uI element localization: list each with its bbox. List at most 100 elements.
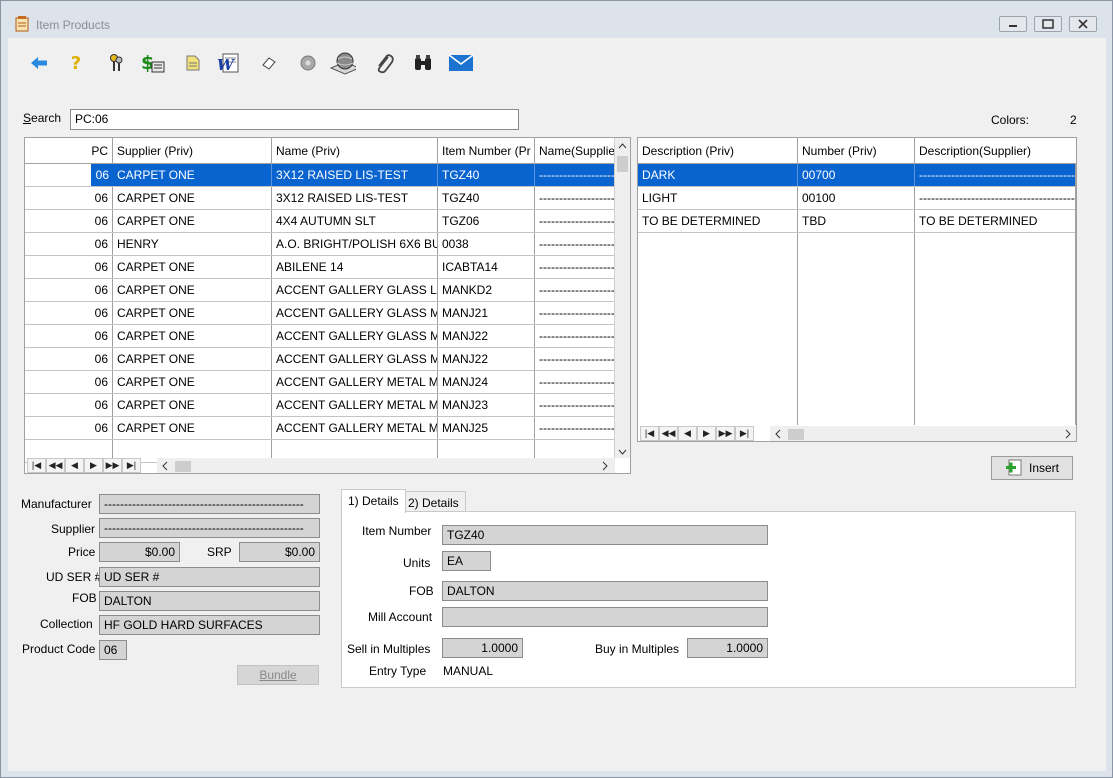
manufacturer-field[interactable]: ----------------------------------------… bbox=[99, 494, 320, 514]
ud-ser-field[interactable]: UD SER # bbox=[99, 567, 320, 587]
table-row[interactable]: 06 HENRY A.O. BRIGHT/POLISH 6X6 BULL 0038 --… bbox=[25, 233, 615, 256]
email-icon[interactable] bbox=[448, 50, 474, 76]
cell-item-number: MANJ22 bbox=[438, 348, 535, 370]
table-row[interactable]: TO BE DETERMINED TBD TO BE DETERMINED bbox=[638, 210, 1076, 233]
supplier-field[interactable]: ----------------------------------------… bbox=[99, 518, 320, 538]
cell-item-number: MANJ23 bbox=[438, 394, 535, 416]
note-icon[interactable] bbox=[180, 50, 206, 76]
globe-icon[interactable] bbox=[330, 50, 356, 76]
fob-detail-field[interactable]: DALTON bbox=[442, 581, 768, 601]
table-row[interactable]: CARPET ONE 3X12 RAISED LIS-TEST TGZ40 -----… bbox=[25, 164, 615, 187]
cell-number: 00100 bbox=[798, 187, 915, 209]
items-grid-horizontal-scrollbar[interactable] bbox=[157, 458, 615, 473]
table-row[interactable]: 06CARPET ONEACCENT GALLERY GLASS MOSMANJ… bbox=[25, 302, 615, 325]
column-header-supplier[interactable]: Supplier (Priv) bbox=[113, 138, 272, 163]
previous-record-icon[interactable]: ◀ bbox=[65, 457, 84, 473]
edit-document-icon[interactable]: W bbox=[216, 50, 242, 76]
fob-field[interactable]: DALTON bbox=[99, 591, 320, 611]
cell-description-supplier: ----------------------------------------… bbox=[915, 164, 1076, 186]
first-record-icon[interactable]: |◀ bbox=[640, 425, 659, 441]
table-row[interactable]: 06CARPET ONEACCENT GALLERY GLASS LINEMAN… bbox=[25, 279, 615, 302]
cell-item-number: MANJ22 bbox=[438, 325, 535, 347]
next-page-icon[interactable]: ▶▶ bbox=[103, 457, 122, 473]
units-field[interactable]: EA bbox=[442, 551, 491, 571]
bundle-button[interactable]: Bundle bbox=[237, 665, 319, 685]
cell-name-supplier: ------------------------- bbox=[535, 348, 615, 370]
insert-button-label: Insert bbox=[1028, 461, 1059, 475]
last-record-icon[interactable]: ▶| bbox=[735, 425, 754, 441]
disc-icon[interactable] bbox=[295, 50, 321, 76]
first-record-icon[interactable]: |◀ bbox=[27, 457, 46, 473]
cell-supplier: CARPET ONE bbox=[113, 325, 272, 347]
cell-name-supplier: ------------------------- bbox=[535, 164, 615, 186]
last-record-icon[interactable]: ▶| bbox=[122, 457, 141, 473]
cell-item-number: 0038 bbox=[438, 233, 535, 255]
colors-grid-horizontal-scrollbar[interactable] bbox=[770, 426, 1076, 441]
tab-details-1[interactable]: 1) Details bbox=[341, 489, 406, 513]
previous-page-icon[interactable]: ◀◀ bbox=[46, 457, 65, 473]
srp-field[interactable]: $0.00 bbox=[239, 542, 320, 562]
sell-in-multiples-label: Sell in Multiples bbox=[347, 642, 431, 656]
cell-supplier: CARPET ONE bbox=[113, 187, 272, 209]
next-page-icon[interactable]: ▶▶ bbox=[716, 425, 735, 441]
sell-in-multiples-field[interactable]: 1.0000 bbox=[442, 638, 523, 658]
mill-account-field[interactable] bbox=[442, 607, 768, 627]
back-arrow-icon[interactable] bbox=[26, 50, 52, 76]
table-row[interactable]: 06 CARPET ONE 3X12 RAISED LIS-TEST TGZ40 ---… bbox=[25, 187, 615, 210]
minimize-button[interactable] bbox=[999, 16, 1027, 32]
paperclip-icon[interactable] bbox=[371, 50, 397, 76]
cell-pc: 06 bbox=[25, 256, 113, 278]
collection-field[interactable]: HF GOLD HARD SURFACES bbox=[99, 615, 320, 635]
collection-label: Collection bbox=[40, 617, 93, 631]
column-divider bbox=[797, 233, 798, 425]
entry-type-value: MANUAL bbox=[443, 664, 494, 678]
items-grid-header: PC Supplier (Priv) Name (Priv) Item Numb… bbox=[25, 138, 615, 164]
tab-details-2[interactable]: 2) Details bbox=[401, 491, 466, 512]
cell-supplier: CARPET ONE bbox=[113, 256, 272, 278]
column-header-description[interactable]: Description (Priv) bbox=[638, 138, 798, 163]
colors-count-label: Colors: bbox=[991, 113, 1030, 127]
search-input[interactable]: PC:06 bbox=[70, 109, 519, 130]
next-record-icon[interactable]: ▶ bbox=[84, 457, 103, 473]
previous-page-icon[interactable]: ◀◀ bbox=[659, 425, 678, 441]
pricing-icon[interactable]: $ bbox=[140, 50, 166, 76]
cell-name: ABILENE 14 bbox=[272, 256, 438, 278]
next-record-icon[interactable]: ▶ bbox=[697, 425, 716, 441]
eraser-icon[interactable] bbox=[256, 50, 282, 76]
close-button[interactable] bbox=[1069, 16, 1097, 32]
items-grid-vertical-scrollbar[interactable] bbox=[614, 138, 630, 458]
table-row[interactable]: 06CARPET ONEACCENT GALLERY GLASS MOSMANJ… bbox=[25, 348, 615, 371]
colors-grid: Description (Priv) Number (Priv) Descrip… bbox=[637, 137, 1077, 442]
column-header-number[interactable]: Number (Priv) bbox=[798, 138, 915, 163]
help-icon[interactable]: ? bbox=[63, 50, 89, 76]
column-header-name-supplier[interactable]: Name(Supplie bbox=[535, 138, 615, 163]
table-row[interactable]: LIGHT 00100 ------------------------------… bbox=[638, 187, 1076, 210]
table-row[interactable]: 06CARPET ONEACCENT GALLERY METAL MOSMANJ… bbox=[25, 417, 615, 440]
table-row[interactable]: 06CARPET ONEACCENT GALLERY METAL MOSMANJ… bbox=[25, 371, 615, 394]
table-row[interactable]: 06CARPET ONEACCENT GALLERY METAL MOSMANJ… bbox=[25, 394, 615, 417]
previous-record-icon[interactable]: ◀ bbox=[678, 425, 697, 441]
product-code-field[interactable]: 06 bbox=[99, 640, 127, 660]
table-row[interactable]: DARK 00700 -------------------------------… bbox=[638, 164, 1076, 187]
column-header-item-number[interactable]: Item Number (Pr bbox=[438, 138, 535, 163]
maximize-button[interactable] bbox=[1034, 16, 1062, 32]
insert-button[interactable]: Insert bbox=[991, 456, 1073, 480]
product-code-label: Product Code bbox=[22, 642, 96, 656]
buy-in-multiples-field[interactable]: 1.0000 bbox=[687, 638, 768, 658]
price-field[interactable]: $0.00 bbox=[99, 542, 180, 562]
cell-pc: 06 bbox=[25, 371, 113, 393]
column-header-description-supplier[interactable]: Description(Supplier) bbox=[915, 138, 1076, 163]
column-header-pc[interactable]: PC bbox=[25, 138, 113, 163]
cell-description: DARK bbox=[638, 164, 798, 186]
cell-supplier: CARPET ONE bbox=[113, 394, 272, 416]
binoculars-icon[interactable] bbox=[410, 50, 436, 76]
cell-name: 4X4 AUTUMN SLT bbox=[272, 210, 438, 232]
table-row[interactable]: 06 CARPET ONE 4X4 AUTUMN SLT TGZ06 ---------… bbox=[25, 210, 615, 233]
table-row[interactable]: 06CARPET ONEACCENT GALLERY GLASS MOSMANJ… bbox=[25, 325, 615, 348]
keys-icon[interactable] bbox=[103, 50, 129, 76]
cell-item-number: MANJ25 bbox=[438, 417, 535, 439]
cell-supplier: CARPET ONE bbox=[113, 210, 272, 232]
column-header-name[interactable]: Name (Priv) bbox=[272, 138, 438, 163]
item-number-field[interactable]: TGZ40 bbox=[442, 525, 768, 545]
table-row[interactable]: 06 CARPET ONE ABILENE 14 ICABTA14 ----------… bbox=[25, 256, 615, 279]
